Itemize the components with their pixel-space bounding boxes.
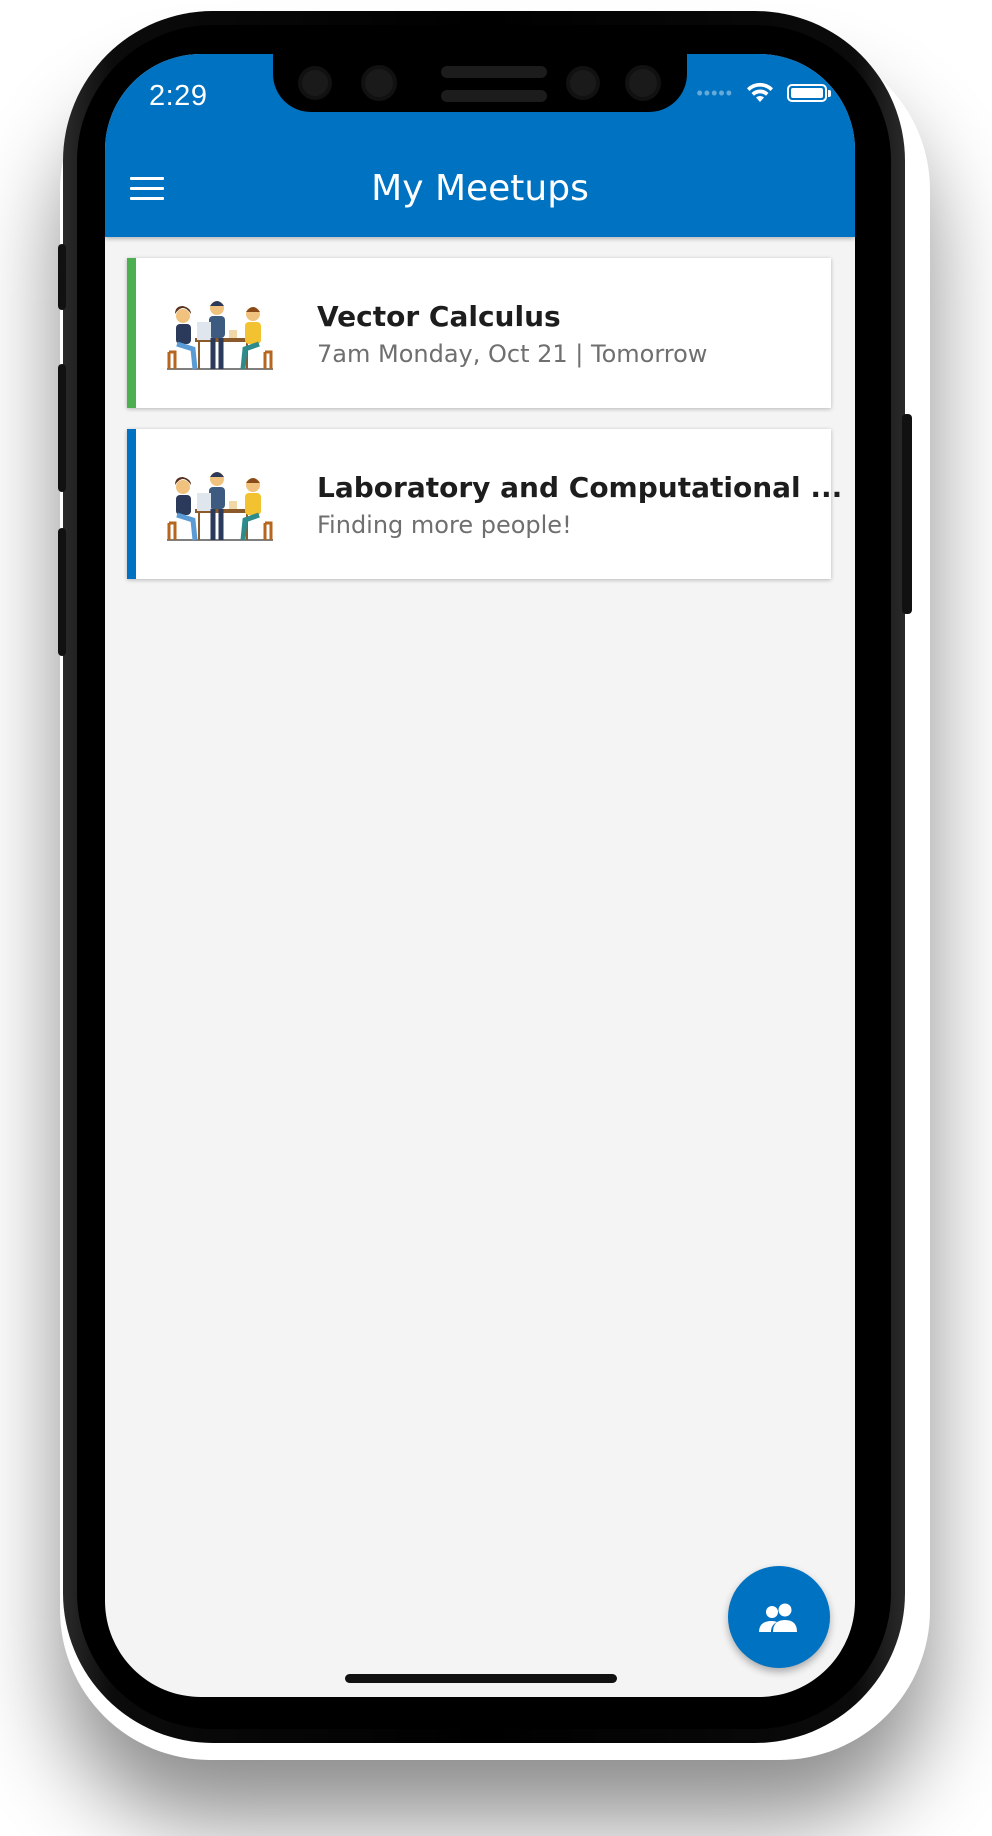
meetup-title: Vector Calculus xyxy=(317,300,561,333)
meetup-title: Laboratory and Computational ... xyxy=(317,471,843,504)
app-screen: 2:29 ••••• My Meetups Vector Calculus 7a… xyxy=(105,54,855,1697)
camera-dot xyxy=(625,65,661,101)
people-icon xyxy=(759,1603,797,1632)
power-button xyxy=(902,414,912,614)
speaker-grille xyxy=(441,66,547,78)
card-accent-bar xyxy=(127,258,136,408)
meetup-subtitle: Finding more people! xyxy=(317,511,572,539)
speaker-grille xyxy=(441,90,547,102)
group-study-illustration xyxy=(167,301,273,370)
mute-switch xyxy=(58,244,66,310)
meetup-subtitle: 7am Monday, Oct 21 | Tomorrow xyxy=(317,340,708,368)
status-icons: ••••• xyxy=(696,82,831,104)
camera-dot xyxy=(566,66,600,100)
meetup-card[interactable]: Laboratory and Computational ... Finding… xyxy=(127,429,842,579)
status-time: 2:29 xyxy=(149,80,208,112)
group-study-illustration xyxy=(167,472,273,541)
signal-dots-icon: ••••• xyxy=(696,82,733,103)
camera-dot xyxy=(361,65,397,101)
volume-down-button xyxy=(58,528,66,656)
battery-icon xyxy=(787,84,831,102)
home-indicator xyxy=(345,1674,617,1683)
find-people-fab[interactable] xyxy=(728,1566,830,1668)
notch xyxy=(273,54,687,112)
meetup-card[interactable]: Vector Calculus 7am Monday, Oct 21 | Tom… xyxy=(127,258,831,408)
volume-up-button xyxy=(58,364,66,492)
wifi-icon xyxy=(747,82,773,102)
card-accent-bar xyxy=(127,429,136,579)
page-title: My Meetups xyxy=(371,168,589,209)
camera-dot xyxy=(298,66,332,100)
